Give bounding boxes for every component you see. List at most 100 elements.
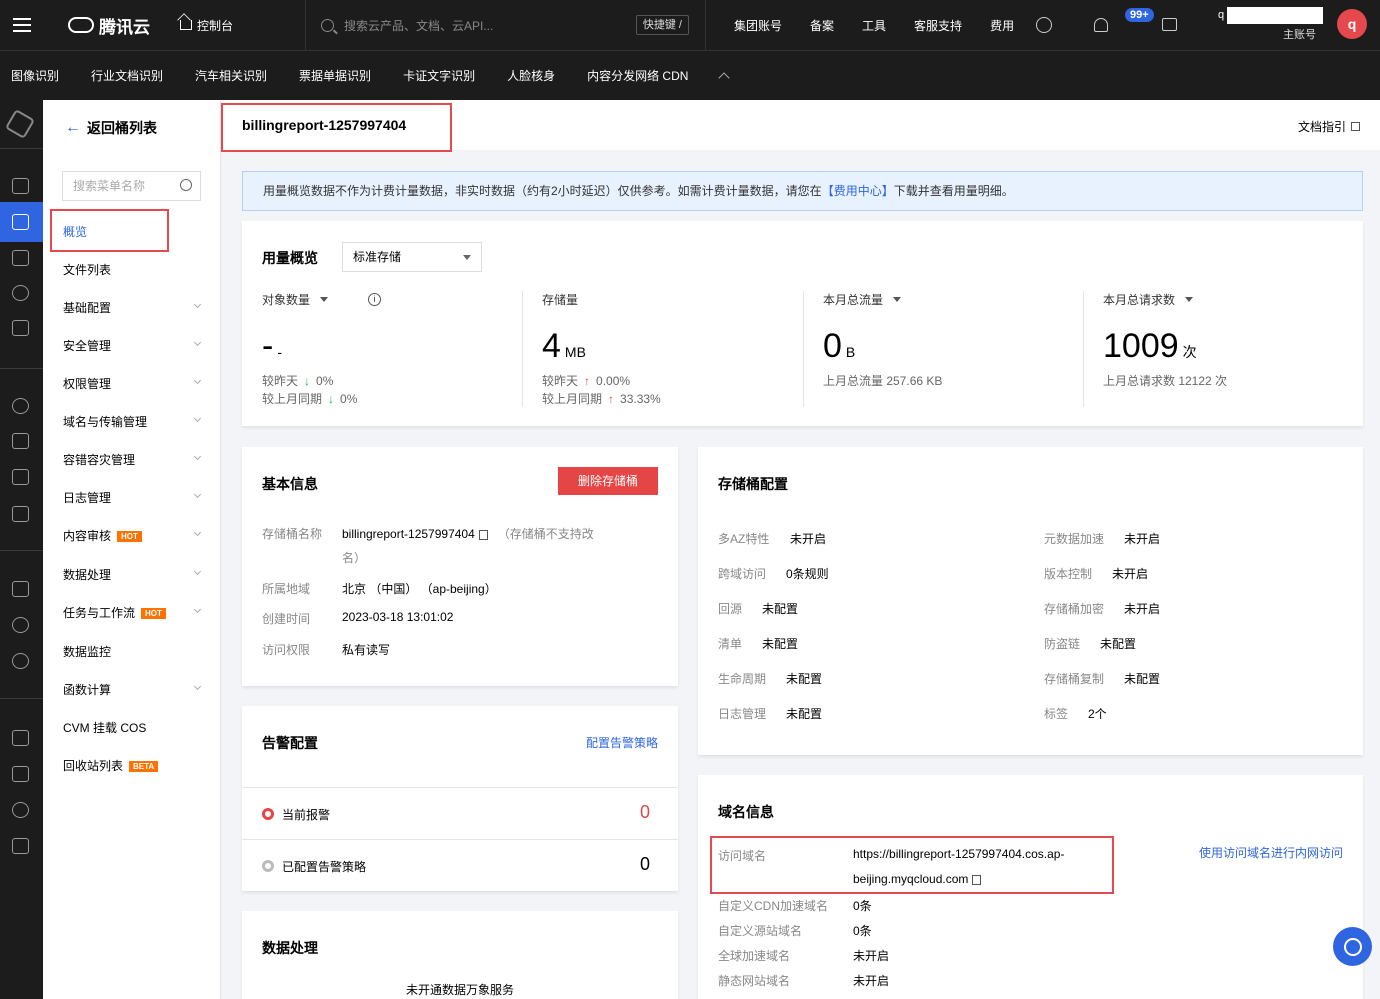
sidebar-item-files[interactable]: 文件列表 — [63, 261, 111, 278]
shortcut-hint: 快捷键 / — [635, 15, 689, 35]
sidebar-item-log[interactable]: 日志管理 — [63, 489, 111, 506]
search-monitor-icon[interactable] — [12, 398, 29, 414]
workflow-icon[interactable] — [12, 433, 29, 449]
sidebar-item-function[interactable]: 函数计算 — [63, 681, 111, 698]
menu-search-input[interactable]: 搜索菜单名称 — [62, 171, 201, 201]
config-value: 未配置 — [1124, 672, 1161, 686]
sidebar-item-basic-config[interactable]: 基础配置 — [63, 299, 111, 316]
gauge-icon[interactable] — [12, 653, 29, 669]
support-chat-button[interactable] — [1333, 927, 1372, 966]
info-key: 所属地域 — [262, 582, 311, 596]
subnav-industry-doc[interactable]: 行业文档识别 — [91, 67, 163, 84]
collapse-up-icon[interactable] — [718, 71, 731, 84]
sidebar-item-workflow[interactable]: 任务与工作流 HOT — [63, 604, 166, 621]
nav-billing[interactable]: 费用 — [990, 17, 1014, 34]
checklist-icon[interactable] — [12, 469, 29, 485]
search-placeholder: 搜索云产品、文档、云API... — [344, 18, 494, 33]
ai-assistant-icon[interactable] — [1036, 17, 1053, 33]
brand-name: 腾讯云 — [99, 17, 150, 37]
data-processing-title: 数据处理 — [262, 940, 318, 956]
report-icon[interactable] — [12, 320, 29, 336]
arrow-up-icon: ↑ — [584, 374, 591, 388]
nav-tools[interactable]: 工具 — [862, 17, 886, 34]
rename-note: （存储桶不支持改 — [497, 527, 594, 541]
sidebar-item-monitor[interactable]: 数据监控 — [63, 643, 111, 660]
product-cube-icon[interactable] — [4, 108, 36, 140]
sidebar-item-permission[interactable]: 权限管理 — [63, 375, 111, 392]
sidebar-item-workflow-label: 任务与工作流 — [63, 606, 136, 620]
nav-group-account[interactable]: 集团账号 — [734, 17, 782, 34]
chevron-down-icon — [193, 682, 202, 691]
sidebar-item-audit[interactable]: 内容审核 HOT — [63, 527, 142, 544]
domain-value: 未开启 — [853, 949, 890, 963]
highlight-overview — [50, 209, 169, 252]
alert-policy-link[interactable]: 配置告警策略 — [586, 734, 658, 751]
caret-down-icon[interactable] — [1185, 297, 1194, 302]
cart-icon[interactable] — [1162, 18, 1177, 31]
console-label: 控制台 — [197, 18, 234, 33]
config-key: 元数据加速 — [1044, 532, 1105, 546]
rail-divider — [0, 148, 43, 149]
trash-icon[interactable] — [12, 581, 29, 597]
database-icon[interactable] — [12, 506, 29, 522]
pie-chart-icon[interactable] — [12, 285, 29, 301]
storage-type-select[interactable]: 标准存储 — [342, 242, 482, 272]
subnav-cdn[interactable]: 内容分发网络 CDN — [587, 67, 688, 84]
info-icon[interactable]: i — [368, 293, 382, 306]
sidebar-item-disaster[interactable]: 容错容灾管理 — [63, 451, 135, 468]
sidebar-item-data-process[interactable]: 数据处理 — [63, 566, 111, 583]
pulse-icon[interactable] — [12, 802, 29, 818]
chevron-down-icon — [193, 338, 202, 347]
metric-value: 0 — [823, 327, 842, 365]
copy-icon[interactable] — [478, 529, 488, 540]
compare-value: 33.33% — [620, 392, 661, 406]
metric-storage: 存储量 4 MB 较昨天 ↑ 0.00% 较上月同期 ↑ 33.33% — [542, 291, 802, 411]
inspect-icon[interactable] — [12, 617, 29, 633]
sidebar-item-cvm-mount[interactable]: CVM 挂载 COS — [63, 719, 146, 736]
shield-icon[interactable] — [12, 766, 29, 782]
config-key: 标签 — [1044, 707, 1069, 721]
delete-bucket-button[interactable]: 删除存储桶 — [558, 467, 658, 495]
global-search[interactable]: 搜索云产品、文档、云API... 快捷键 / — [306, 0, 706, 50]
avatar[interactable]: q — [1337, 9, 1367, 39]
hot-badge: HOT — [141, 608, 166, 620]
caret-down-icon[interactable] — [893, 297, 902, 302]
doc-guide-link[interactable]: 文档指引 — [1298, 118, 1360, 135]
subnav-vehicle[interactable]: 汽车相关识别 — [195, 67, 267, 84]
notice-text-after: 下载并查看用量明细。 — [893, 184, 1014, 198]
subnav-invoice[interactable]: 票据单据识别 — [299, 67, 371, 84]
nav-support[interactable]: 客服支持 — [914, 17, 962, 34]
config-value: 未配置 — [762, 637, 799, 651]
config-key: 存储桶复制 — [1044, 672, 1105, 686]
brand-logo[interactable]: 腾讯云 — [68, 13, 178, 38]
sidebar-item-security[interactable]: 安全管理 — [63, 337, 111, 354]
intranet-access-link[interactable]: 使用访问域名进行内网访问 — [1199, 844, 1343, 861]
current-alarm-row[interactable]: 当前报警 0 — [242, 787, 678, 839]
dashboard-icon[interactable] — [12, 178, 29, 194]
caret-down-icon[interactable] — [320, 297, 329, 302]
subnav-image-ocr[interactable]: 图像识别 — [11, 67, 59, 84]
link-icon[interactable] — [12, 250, 29, 266]
nav-filing[interactable]: 备案 — [810, 17, 834, 34]
download-icon[interactable] — [12, 838, 29, 854]
alert-title: 告警配置 — [262, 735, 318, 751]
console-link[interactable]: 控制台 — [178, 0, 306, 50]
storage-icon[interactable] — [12, 730, 29, 746]
subnav-face[interactable]: 人脸核身 — [507, 67, 555, 84]
back-to-bucket-list[interactable]: ← 返回桶列表 — [65, 118, 157, 138]
chevron-down-icon — [193, 528, 202, 537]
metric-value: - — [262, 327, 274, 365]
account-name-redacted[interactable] — [1227, 7, 1323, 24]
subnav-card-ocr[interactable]: 卡证文字识别 — [403, 67, 475, 84]
sidebar-item-recycle[interactable]: 回收站列表 BETA — [63, 757, 159, 774]
hamburger-icon — [12, 18, 31, 32]
domain-key: 自定义CDN加速域名 — [718, 899, 828, 913]
menu-button[interactable] — [0, 0, 43, 50]
search-icon[interactable] — [180, 179, 192, 191]
search-icon — [321, 18, 334, 32]
alert-label: 已配置告警策略 — [282, 860, 367, 874]
billing-center-link[interactable]: 【费用中心】 — [822, 184, 894, 198]
bell-icon[interactable] — [1094, 18, 1109, 32]
configured-policy-row[interactable]: 已配置告警策略 0 — [242, 839, 678, 891]
sidebar-item-domain[interactable]: 域名与传输管理 — [63, 413, 147, 430]
